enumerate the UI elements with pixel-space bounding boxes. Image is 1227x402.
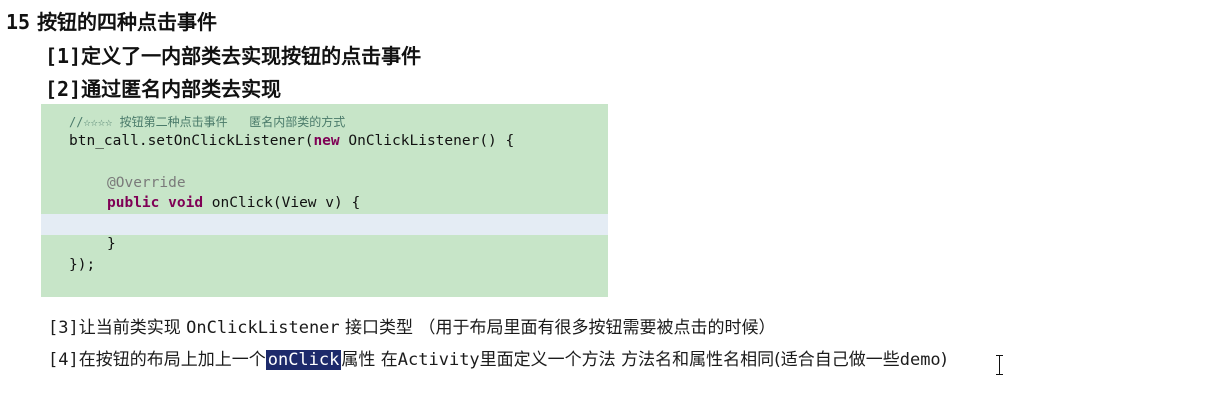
note-text: 在按钮的布局上加上一个 — [78, 350, 266, 370]
note-text: 里面定义一个方法 方法名和属性名相同(适合自己做一些 — [479, 350, 900, 370]
list-item: [2]通过匿名内部类去实现 — [45, 73, 281, 102]
list-item: [1]定义了一内部类去实现按钮的点击事件 — [45, 40, 421, 69]
code-keyword: new — [313, 133, 340, 149]
item-text: 通过匿名内部类去实现 — [81, 77, 282, 101]
code-text: btn_call.setOnClickListener( — [69, 133, 314, 149]
code-text: OnClickListener() { — [339, 133, 515, 149]
selected-text[interactable]: onClick — [265, 350, 342, 370]
current-line-highlight — [41, 214, 608, 235]
code-line: public void onClick(View v) { — [107, 194, 360, 212]
item-tag: [2] — [45, 77, 82, 101]
note-text: 属性 在 — [341, 350, 398, 370]
code-annotation: @Override — [107, 175, 186, 191]
note-text: 让当前类实现 — [78, 318, 187, 338]
code-text: onClick(View v) { — [203, 195, 361, 211]
note-item: [4]在按钮的布局上加上一个 onClick 属性 在Activity里面定义一个方… — [48, 345, 947, 370]
note-item: [3]让当前类实现 OnClickListener 接口类型 （用于布局里面有很… — [48, 313, 775, 338]
code-line: btn_call.setOnClickListener(new OnClickL… — [69, 132, 514, 150]
code-close-brace: } — [107, 236, 116, 252]
note-code: demo — [899, 350, 941, 370]
text-cursor-icon — [996, 355, 1004, 375]
note-tag: [4] — [48, 350, 79, 370]
item-text: 定义了一内部类去实现按钮的点击事件 — [81, 44, 422, 68]
section-title: 按钮的四种点击事件 — [37, 10, 218, 34]
note-text: 接口类型 （用于布局里面有很多按钮需要被点击的时候） — [339, 318, 776, 338]
section-heading: 15 按钮的四种点击事件 — [6, 6, 217, 35]
item-tag: [1] — [45, 44, 82, 68]
code-close-brace: }); — [69, 257, 96, 273]
note-text: ) — [940, 350, 948, 370]
note-code: OnClickListener — [186, 318, 340, 338]
code-keyword: public — [107, 195, 160, 211]
code-comment: //☆☆☆☆ 按钮第二种点击事件 匿名内部类的方式 — [69, 115, 346, 129]
note-code: Activity — [397, 350, 480, 370]
code-keyword: void — [168, 195, 204, 211]
note-tag: [3] — [48, 318, 79, 338]
section-number: 15 — [6, 10, 31, 34]
code-block: //☆☆☆☆ 按钮第二种点击事件 匿名内部类的方式 btn_call.setOn… — [41, 104, 608, 297]
